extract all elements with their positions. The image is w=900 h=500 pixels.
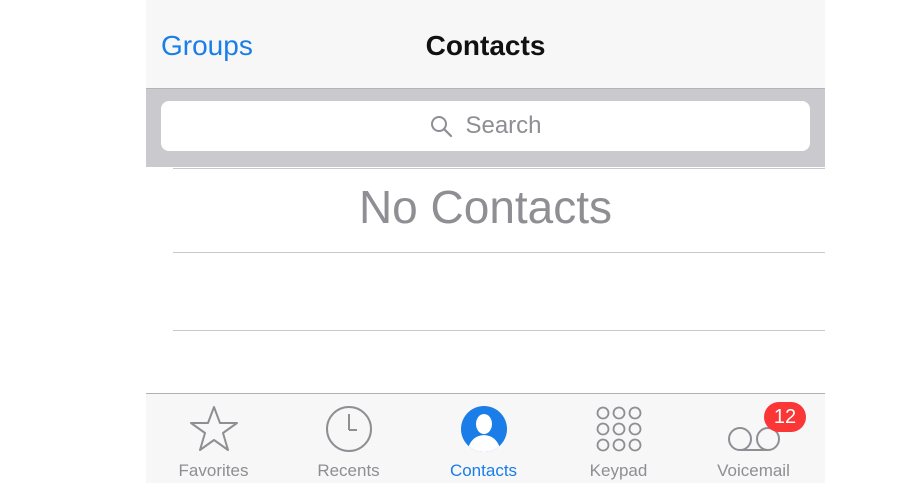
star-icon xyxy=(146,404,281,454)
search-bar: Search xyxy=(146,88,825,167)
person-icon xyxy=(416,404,551,454)
divider xyxy=(173,168,825,169)
tab-label: Keypad xyxy=(589,461,648,480)
search-icon xyxy=(431,116,453,138)
keypad-icon xyxy=(551,404,686,454)
page-title: Contacts xyxy=(425,30,546,61)
tab-label: Voicemail xyxy=(717,461,790,480)
clock-icon xyxy=(281,404,416,454)
contacts-screen: Groups Contacts Search No Contacts Favor… xyxy=(146,0,825,483)
tab-recents[interactable]: Recents xyxy=(281,394,416,483)
tab-label: Recents xyxy=(317,461,380,480)
divider xyxy=(173,330,825,331)
tab-voicemail[interactable]: 12 Voicemail xyxy=(686,394,821,483)
tab-label: Favorites xyxy=(178,461,249,480)
empty-state-label: No Contacts xyxy=(358,181,613,233)
tab-keypad[interactable]: Keypad xyxy=(551,394,686,483)
voicemail-badge: 12 xyxy=(764,402,806,432)
search-input[interactable]: Search xyxy=(161,101,810,151)
tab-favorites[interactable]: Favorites xyxy=(146,394,281,483)
navigation-bar: Groups Contacts xyxy=(146,0,825,88)
tab-label: Contacts xyxy=(449,461,518,480)
tab-contacts[interactable]: Contacts xyxy=(416,394,551,483)
divider xyxy=(173,252,825,253)
tab-bar: Favorites Recents Contacts Keypad 12 Voi… xyxy=(146,393,825,483)
search-placeholder: Search xyxy=(465,112,542,139)
